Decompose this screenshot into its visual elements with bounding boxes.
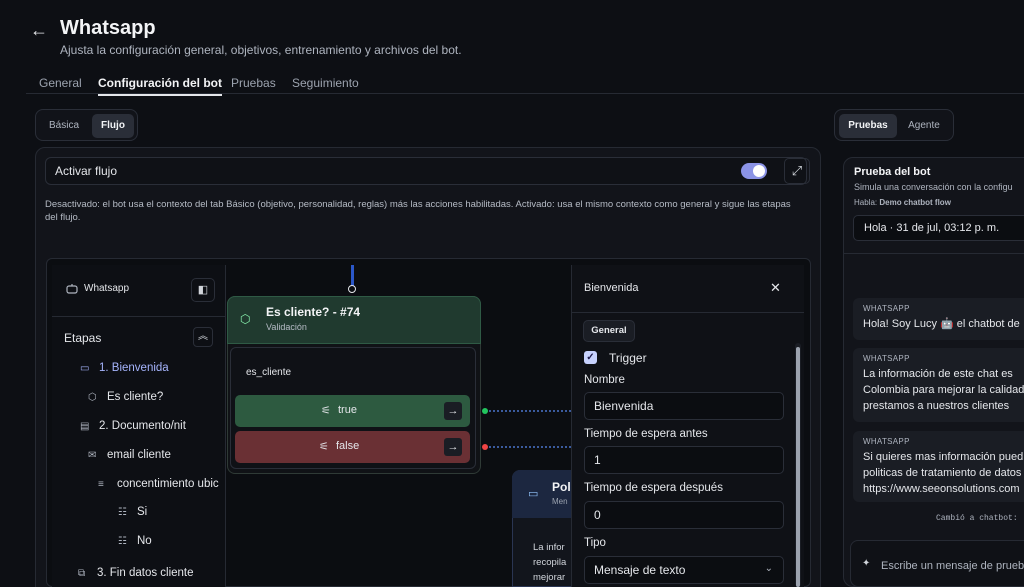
sparkle-icon: ✦: [862, 558, 871, 569]
activate-flow-label: Activar flujo: [55, 164, 118, 178]
sidebar-item-documento[interactable]: ▤ 2. Documento/nit: [80, 420, 186, 432]
page-subtitle: Ajusta la configuración general, objetiv…: [60, 43, 462, 57]
policy-node-header: [512, 470, 574, 518]
test-subtitle: Simula una conversación con la configu: [854, 182, 1013, 192]
habla-line: Habla: Demo chatbot flow: [854, 198, 951, 207]
policy-node-text-1: La infor: [533, 542, 565, 553]
sidebar-item-email[interactable]: ✉ email cliente: [88, 449, 171, 461]
tipo-select[interactable]: Mensaje de texto ⌄: [584, 556, 784, 584]
branch-false-button[interactable]: ⚟ false →: [235, 431, 470, 463]
right-tab-pruebas[interactable]: Pruebas: [839, 114, 897, 138]
wait-after-input[interactable]: [584, 501, 784, 529]
stages-heading: Etapas: [64, 331, 102, 345]
details-tab-general[interactable]: General: [583, 320, 635, 342]
right-switch: Pruebas Agente: [834, 109, 954, 141]
policy-node-text-3: mejorar: [533, 572, 566, 583]
shield-icon: ⬡: [240, 312, 251, 326]
page-title: Whatsapp: [60, 17, 156, 39]
node-title: Es cliente? - #74: [266, 305, 361, 319]
mail-icon: ✉: [88, 450, 97, 461]
node-input-handle[interactable]: [348, 285, 356, 293]
options-icon: ☷: [118, 507, 127, 518]
policy-node-subtitle: Men: [552, 497, 568, 506]
chat-message: WHATSAPP La información de este chat es C…: [853, 348, 1024, 422]
sidebar-item-bienvenida[interactable]: ▭ 1. Bienvenida: [80, 362, 169, 374]
arrow-right-icon[interactable]: →: [444, 438, 462, 456]
tab-seguimiento[interactable]: Seguimiento: [292, 76, 359, 90]
expand-icon[interactable]: ⤢: [784, 158, 810, 184]
sidebar-bot-name: Whatsapp: [84, 283, 130, 294]
mode-switch: Básica Flujo: [35, 109, 138, 141]
page: ← Whatsapp Ajusta la configuración gener…: [0, 0, 1024, 587]
node-variable: es_cliente: [246, 367, 292, 378]
branch-true-label: true: [338, 404, 357, 416]
tipo-label: Tipo: [584, 537, 606, 549]
conversation-select[interactable]: Hola · 31 de jul, 03:12 p. m.: [853, 215, 1024, 241]
tab-general[interactable]: General: [39, 76, 82, 90]
false-output-handle[interactable]: [482, 444, 488, 450]
collapse-chevrons-icon[interactable]: ︽: [193, 327, 213, 347]
tab-configuracion[interactable]: Configuración del bot: [98, 76, 222, 96]
message-icon: ▭: [80, 363, 90, 374]
system-note: Cambió a chatbot:: [936, 514, 1018, 523]
branch-false-label: false: [336, 440, 360, 452]
tab-pruebas[interactable]: Pruebas: [231, 76, 276, 90]
mode-basica[interactable]: Básica: [42, 114, 86, 138]
nombre-label: Nombre: [584, 374, 625, 386]
wait-after-label: Tiempo de espera después: [584, 482, 723, 494]
sidebar-item-no[interactable]: ☷ No: [118, 535, 152, 547]
sliders-icon: ⚟: [321, 405, 331, 417]
details-divider: [571, 312, 804, 313]
test-divider: [843, 253, 1024, 254]
wait-before-label: Tiempo de espera antes: [584, 428, 708, 440]
true-output-handle[interactable]: [482, 408, 488, 414]
edge-in: [351, 265, 354, 287]
chat-message: WHATSAPP Hola! Soy Lucy 🤖 el chatbot de: [853, 298, 1024, 340]
chevron-down-icon: ⌄: [764, 563, 773, 574]
bot-icon: [66, 284, 78, 294]
wait-before-input[interactable]: [584, 446, 784, 474]
branch-true-button[interactable]: ⚟ true →: [235, 395, 470, 427]
nombre-input[interactable]: [584, 392, 784, 420]
policy-node-title: Pol: [552, 480, 571, 494]
options-icon: ☷: [118, 536, 127, 547]
tipo-select-value: Mensaje de texto: [594, 563, 686, 577]
document-icon: ▤: [80, 421, 90, 432]
edge-true: [485, 410, 571, 412]
sidebar-panel-icon[interactable]: ◧: [191, 278, 215, 302]
details-scrollbar-thumb[interactable]: [796, 347, 800, 587]
back-arrow-icon[interactable]: ←: [30, 20, 50, 40]
message-icon: ▭: [528, 488, 539, 500]
list-icon: ≡: [98, 479, 104, 490]
node-header: [227, 296, 481, 344]
details-title: Bienvenida: [584, 282, 639, 294]
chat-message: WHATSAPP Si quieres mas información pued…: [853, 431, 1024, 502]
stack-icon: ⧉: [78, 568, 86, 579]
activate-flow-row: Activar flujo: [45, 157, 807, 185]
sidebar-item-concentimiento[interactable]: ≡ concentimiento ubic: [98, 478, 226, 490]
activate-flow-toggle[interactable]: [741, 163, 767, 179]
sidebar-item-si[interactable]: ☷ Si: [118, 506, 147, 518]
arrow-right-icon[interactable]: →: [444, 402, 462, 420]
sidebar-item-es-cliente[interactable]: ⬡ Es cliente?: [88, 391, 163, 403]
trigger-label: Trigger: [609, 351, 647, 365]
sliders-icon: ⚟: [319, 441, 329, 453]
sidebar-item-fin-datos[interactable]: ⧉ 3. Fin datos cliente: [78, 567, 194, 579]
trigger-checkbox[interactable]: ✓: [584, 351, 597, 364]
edge-false: [485, 446, 571, 448]
test-message-input[interactable]: Escribe un mensaje de prueba: [850, 540, 1024, 587]
tab-bar: General Configuración del bot Pruebas Se…: [26, 70, 1024, 96]
test-title: Prueba del bot: [854, 166, 931, 178]
shield-icon: ⬡: [88, 392, 97, 403]
flow-description: Desactivado: el bot usa el contexto del …: [45, 199, 791, 223]
node-subtitle: Validación: [266, 322, 307, 332]
right-tab-agente[interactable]: Agente: [899, 114, 949, 138]
close-icon[interactable]: ✕: [770, 280, 781, 296]
mode-flujo[interactable]: Flujo: [92, 114, 134, 138]
policy-node-text-2: recopila: [533, 557, 567, 568]
sidebar-divider: [52, 316, 226, 317]
